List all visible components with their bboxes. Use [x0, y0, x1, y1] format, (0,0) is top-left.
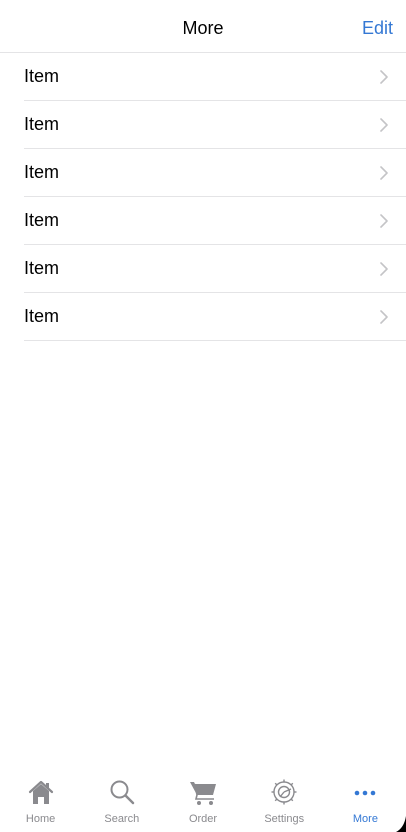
tab-bar: Home Search Order Settings More — [0, 770, 406, 832]
more-screen: More Edit Item Item Item Item Item Item — [0, 0, 406, 832]
list-item-label: Item — [24, 162, 60, 182]
chevron-right-icon — [380, 118, 388, 132]
chevron-right-icon — [380, 214, 388, 228]
cart-icon — [190, 782, 216, 805]
gear-icon — [271, 779, 297, 805]
list-item[interactable]: Item — [24, 293, 406, 341]
navigation-bar: More Edit — [0, 0, 406, 53]
tab-settings[interactable]: Settings — [244, 770, 325, 832]
house-icon — [28, 780, 53, 804]
screen-corner — [396, 816, 406, 832]
chevron-right-icon — [380, 310, 388, 324]
tab-more[interactable]: More — [325, 770, 406, 832]
list-item-label: Item — [24, 258, 60, 278]
tab-search[interactable]: Search — [81, 770, 162, 832]
list-item-label: Item — [24, 66, 60, 86]
list-item[interactable]: Item — [24, 197, 406, 245]
tab-label: Home — [25, 813, 56, 825]
list-item-label: Item — [24, 210, 60, 230]
chevron-right-icon — [380, 262, 388, 276]
tab-label: Order — [188, 813, 218, 825]
chevron-right-icon — [380, 70, 388, 84]
list-item[interactable]: Item — [24, 101, 406, 149]
list-item[interactable]: Item — [24, 53, 406, 101]
tab-home[interactable]: Home — [0, 770, 81, 832]
chevron-right-icon — [380, 166, 388, 180]
list-item[interactable]: Item — [24, 149, 406, 197]
edit-button[interactable]: Edit — [362, 18, 393, 39]
magnifier-icon — [110, 780, 134, 805]
list-item-label: Item — [24, 306, 60, 326]
list-item-label: Item — [24, 114, 60, 134]
tab-label: Search — [104, 813, 140, 825]
tab-label: Settings — [264, 813, 305, 825]
page-title: More — [182, 18, 224, 38]
more-list: Item Item Item Item Item Item — [24, 53, 406, 341]
tab-order[interactable]: Order — [162, 770, 243, 832]
list-item[interactable]: Item — [24, 245, 406, 293]
tab-label: More — [352, 813, 378, 825]
ellipsis-icon — [355, 790, 376, 796]
